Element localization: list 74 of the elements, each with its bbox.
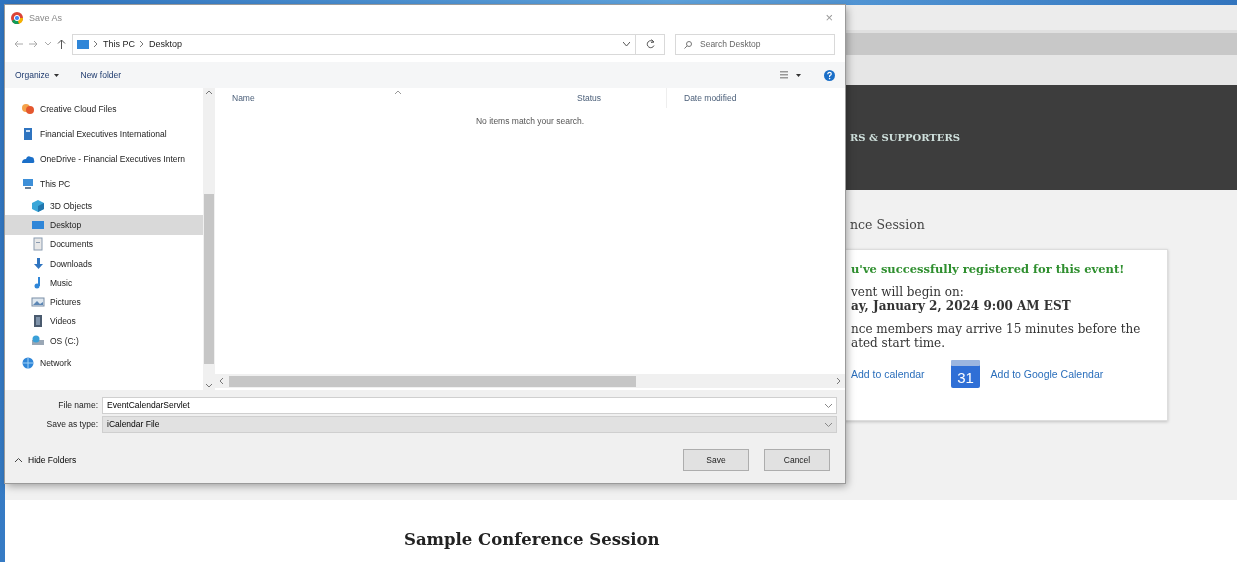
chevron-left-icon[interactable] <box>219 378 223 384</box>
field-label: File name: <box>57 400 99 410</box>
nav-item[interactable]: 3D Objects <box>5 196 203 216</box>
building-icon <box>21 126 35 141</box>
chevron-right-icon[interactable] <box>837 378 841 384</box>
arrival-note: nce members may arrive 15 minutes before the <box>851 322 1141 336</box>
nav-item[interactable]: Network <box>5 350 203 376</box>
nav-item[interactable]: OneDrive - Financial Executives Intern <box>5 146 203 171</box>
refresh-icon[interactable] <box>645 39 655 49</box>
google-calendar-link[interactable]: Add to Google Calendar <box>990 368 1104 380</box>
column-header[interactable]: Name <box>215 88 563 108</box>
chevron-down-icon[interactable] <box>623 41 630 47</box>
sort-caret-icon <box>395 90 401 94</box>
save-button[interactable]: Save <box>683 449 749 471</box>
chevron-down-icon <box>825 403 832 408</box>
hide-folders-button[interactable]: Hide Folders <box>15 455 77 465</box>
column-header[interactable]: Date modified <box>667 88 827 108</box>
breadcrumb[interactable]: This PC <box>103 39 135 49</box>
page-title: Sample Conference Session <box>404 530 660 551</box>
chevron-right-icon <box>94 41 98 47</box>
folder-icon <box>77 39 89 49</box>
nav-item[interactable]: Desktop <box>5 215 203 235</box>
nav-item[interactable]: OS (C:) <box>5 331 203 351</box>
up-arrow-icon[interactable] <box>57 39 66 49</box>
organize-menu[interactable]: Organize <box>15 70 59 80</box>
breadcrumb[interactable]: Desktop <box>149 39 183 49</box>
empty-message: No items match your search. <box>474 116 586 126</box>
download-icon <box>31 256 45 271</box>
address-bar[interactable]: This PC Desktop <box>72 33 665 55</box>
window-title: Save As <box>29 12 64 23</box>
view-options-icon[interactable] <box>780 71 802 79</box>
file-name-field[interactable]: EventCalendarServlet <box>102 396 837 414</box>
chevron-up-icon <box>15 458 22 462</box>
drive-icon <box>31 333 45 348</box>
nav-item[interactable]: Pictures <box>5 292 203 312</box>
nav-item[interactable]: This PC <box>5 171 203 196</box>
film-icon <box>31 314 45 329</box>
nav-item[interactable]: Downloads <box>5 253 203 274</box>
search-field[interactable]: Search Desktop <box>675 33 835 55</box>
cube-icon <box>31 198 45 213</box>
nav-item[interactable]: Videos <box>5 311 203 332</box>
globe-icon <box>21 355 35 370</box>
field-label: Save as type: <box>45 419 99 429</box>
cloud-icon <box>21 101 35 116</box>
chevron-right-icon <box>140 41 144 47</box>
picture-icon <box>31 295 45 310</box>
back-arrow-icon[interactable] <box>13 40 23 48</box>
start-date: ay, January 2, 2024 9:00 AM EST <box>851 299 1071 313</box>
help-icon[interactable] <box>824 69 835 81</box>
nav-link[interactable]: RS & SUPPORTERS <box>850 132 960 143</box>
success-message: u've successfully registered for this event! <box>851 262 1125 276</box>
document-icon <box>31 237 45 252</box>
caret-icon <box>53 73 59 77</box>
column-header[interactable]: Status <box>563 88 667 108</box>
nav-item[interactable]: Creative Cloud Files <box>5 96 203 121</box>
chevron-down-icon[interactable] <box>206 384 212 388</box>
calendar-link[interactable]: Add to calendar <box>851 368 925 380</box>
new-folder-button[interactable]: New folder <box>80 70 122 80</box>
arrival-note: ated start time. <box>851 336 946 350</box>
forward-arrow-icon[interactable] <box>29 40 39 48</box>
scrollbar-thumb[interactable] <box>204 194 214 364</box>
chevron-up-icon[interactable] <box>206 90 212 94</box>
start-label: vent will begin on: <box>851 285 964 299</box>
browser-icon <box>11 11 23 24</box>
cancel-button[interactable]: Cancel <box>764 449 830 471</box>
scrollbar-thumb[interactable] <box>229 375 636 387</box>
nav-item[interactable]: Financial Executives International <box>5 121 203 146</box>
file-type-dropdown[interactable]: iCalendar File <box>102 415 837 433</box>
session-title: nce Session <box>850 217 925 232</box>
nav-item[interactable]: Music <box>5 273 203 293</box>
computer-icon <box>21 176 35 191</box>
chevron-down-icon <box>825 422 832 427</box>
calendar-icon: 31 <box>949 359 981 389</box>
nav-item[interactable]: Documents <box>5 234 203 254</box>
